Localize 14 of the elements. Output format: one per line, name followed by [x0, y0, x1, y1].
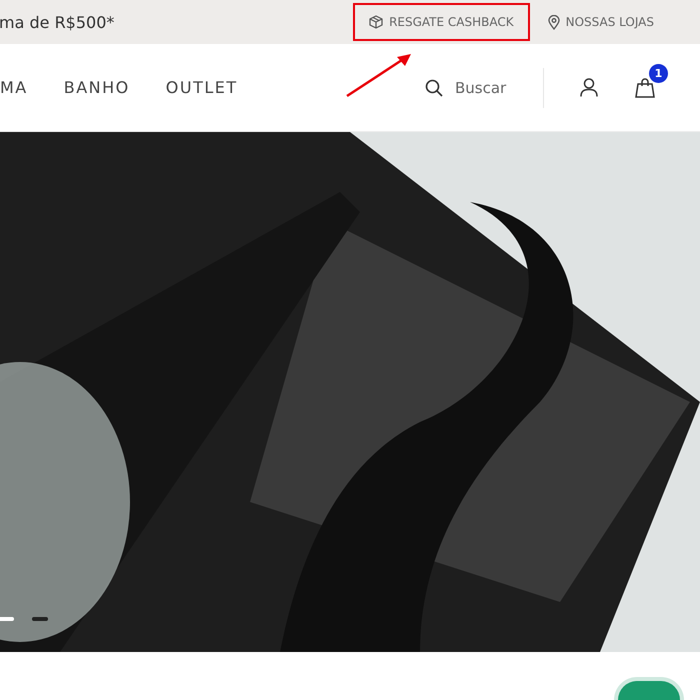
stores-link[interactable]: NOSSAS LOJAS — [532, 3, 670, 41]
search-icon — [425, 78, 443, 96]
nav-link[interactable]: MA — [0, 78, 28, 97]
nav-link[interactable]: OUTLET — [166, 78, 238, 97]
cashback-link[interactable]: RESGATE CASHBACK — [353, 3, 530, 41]
box-icon — [369, 15, 384, 29]
chat-button[interactable] — [618, 681, 680, 700]
promo-text: ma de R$500* — [0, 12, 114, 32]
cart-count-badge: 1 — [649, 64, 668, 82]
annotation-arrow — [345, 52, 413, 98]
shopping-bag-icon[interactable] — [634, 78, 656, 98]
user-icon[interactable] — [580, 78, 598, 97]
location-pin-icon — [548, 14, 560, 30]
nav-link[interactable]: BANHO — [64, 78, 130, 97]
